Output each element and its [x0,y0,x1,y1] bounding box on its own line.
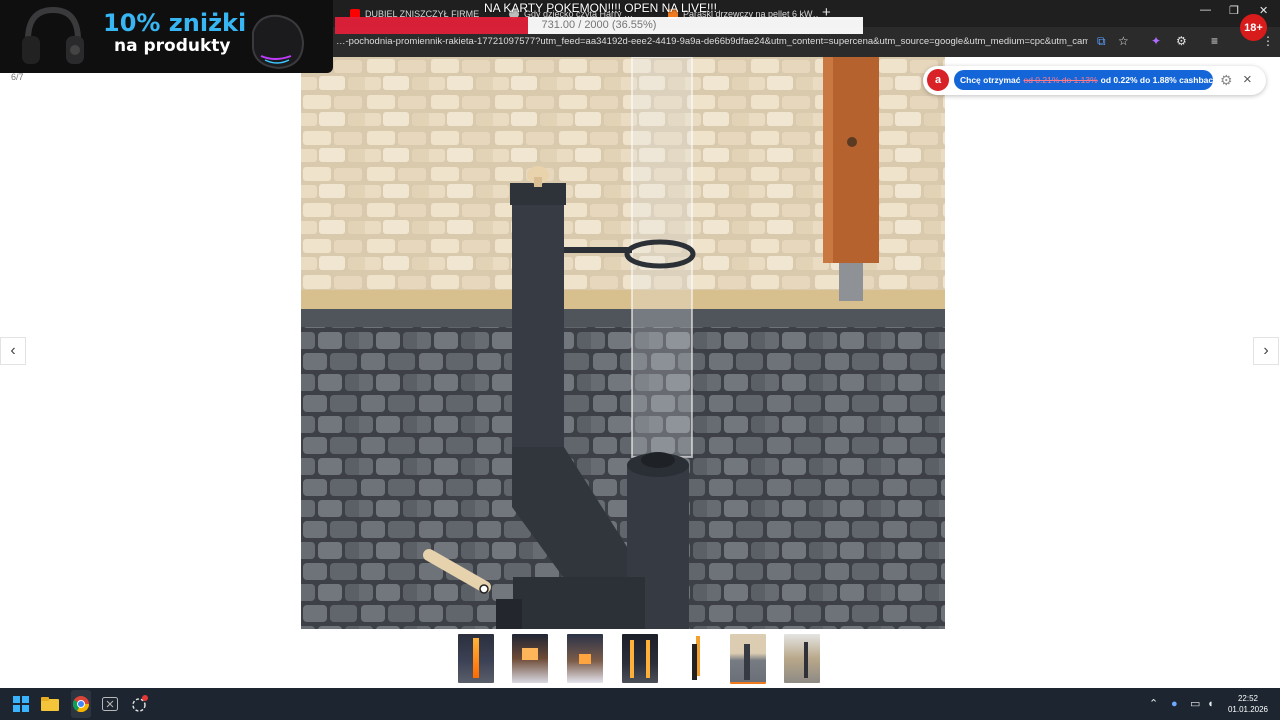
windows-start-icon[interactable] [11,694,31,714]
clock-time: 22:52 [1237,694,1259,703]
gaming-mouse-icon [252,14,305,70]
url-field[interactable]: …-pochodnia-promiennik-rakieta-177210975… [336,36,1088,47]
clock-date: 01.01.2026 [1227,705,1269,714]
cashback-logo-icon: a [927,69,949,91]
thumbnail-1[interactable] [458,634,494,683]
donation-progress-bar: 731.00 / 2000 (36.55%) [335,17,863,34]
speaker-icon[interactable]: ◖ [1207,697,1214,711]
windows-taskbar: ⌃ ● ▭ ◖ [0,688,1280,720]
app-notification-icon[interactable] [129,694,149,714]
promo-banner: 10% zniżki na produkty [0,0,333,73]
reading-list-icon[interactable]: ≡ [1211,34,1218,48]
thumbnail-6-active[interactable] [730,634,766,684]
promo-discount-text: 10% zniżki [103,9,247,37]
extensions-puzzle-icon[interactable]: ⚙ [1176,34,1187,48]
settings-gear-icon[interactable]: ⚙ [1220,71,1233,89]
minimize-icon[interactable]: — [1200,4,1211,16]
promo-products-text: na produkty [114,36,231,56]
microphone-icon[interactable]: ● [1171,697,1178,711]
cashback-close-button[interactable]: × [1243,70,1252,90]
prev-image-button[interactable]: ‹ [0,337,26,365]
extension-icon[interactable]: ✦ [1151,34,1161,48]
display-icon[interactable]: ▭ [1190,697,1200,711]
thumbnail-5[interactable] [676,634,712,683]
thumbnail-4[interactable] [622,634,658,683]
maximize-icon[interactable]: ❐ [1229,4,1239,17]
translate-icon[interactable]: ⧉ [1097,34,1106,48]
donation-progress-text: 731.00 / 2000 (36.55%) [541,19,657,31]
next-image-button[interactable]: › [1253,337,1279,365]
chrome-icon[interactable] [71,694,91,714]
cashback-lead: Chcę otrzymać [960,75,1021,85]
cashback-popup: a Chcę otrzymać od 0.21% do 1.13% od 0.2… [923,66,1266,95]
cashback-old-rate: od 0.21% do 1.13% [1023,75,1098,85]
gallery-counter: 6/7 [11,72,24,82]
thumbnail-2[interactable] [512,634,548,683]
headset-icon [22,6,84,64]
product-photo[interactable] [301,57,945,629]
bookmark-star-icon[interactable]: ☆ [1118,34,1129,48]
stream-live-text: NA KARTY POKEMON!!!! OPEN NA LIVE!!! [484,1,717,15]
thumbnail-3[interactable] [567,634,603,683]
taskbar-clock[interactable]: 22:52 01.01.2026 [1226,693,1270,715]
file-explorer-icon[interactable] [40,694,60,714]
xbox-app-icon[interactable] [100,694,120,714]
cashback-new-rate: od 0.22% do 1.88% cashbacku [1100,75,1224,85]
age-18-badge: 18+ [1240,14,1267,41]
rocket-stove-photo [301,57,945,629]
screen: DUBIEL ZNISZCZYŁ FIRMĘ KTÓ… Gdy dziecko … [0,0,1280,720]
thumbnail-7[interactable] [784,634,820,683]
tray-overflow-chevron-icon[interactable]: ⌃ [1149,697,1158,711]
cashback-activate-button[interactable]: Chcę otrzymać od 0.21% do 1.13% od 0.22%… [954,70,1223,90]
